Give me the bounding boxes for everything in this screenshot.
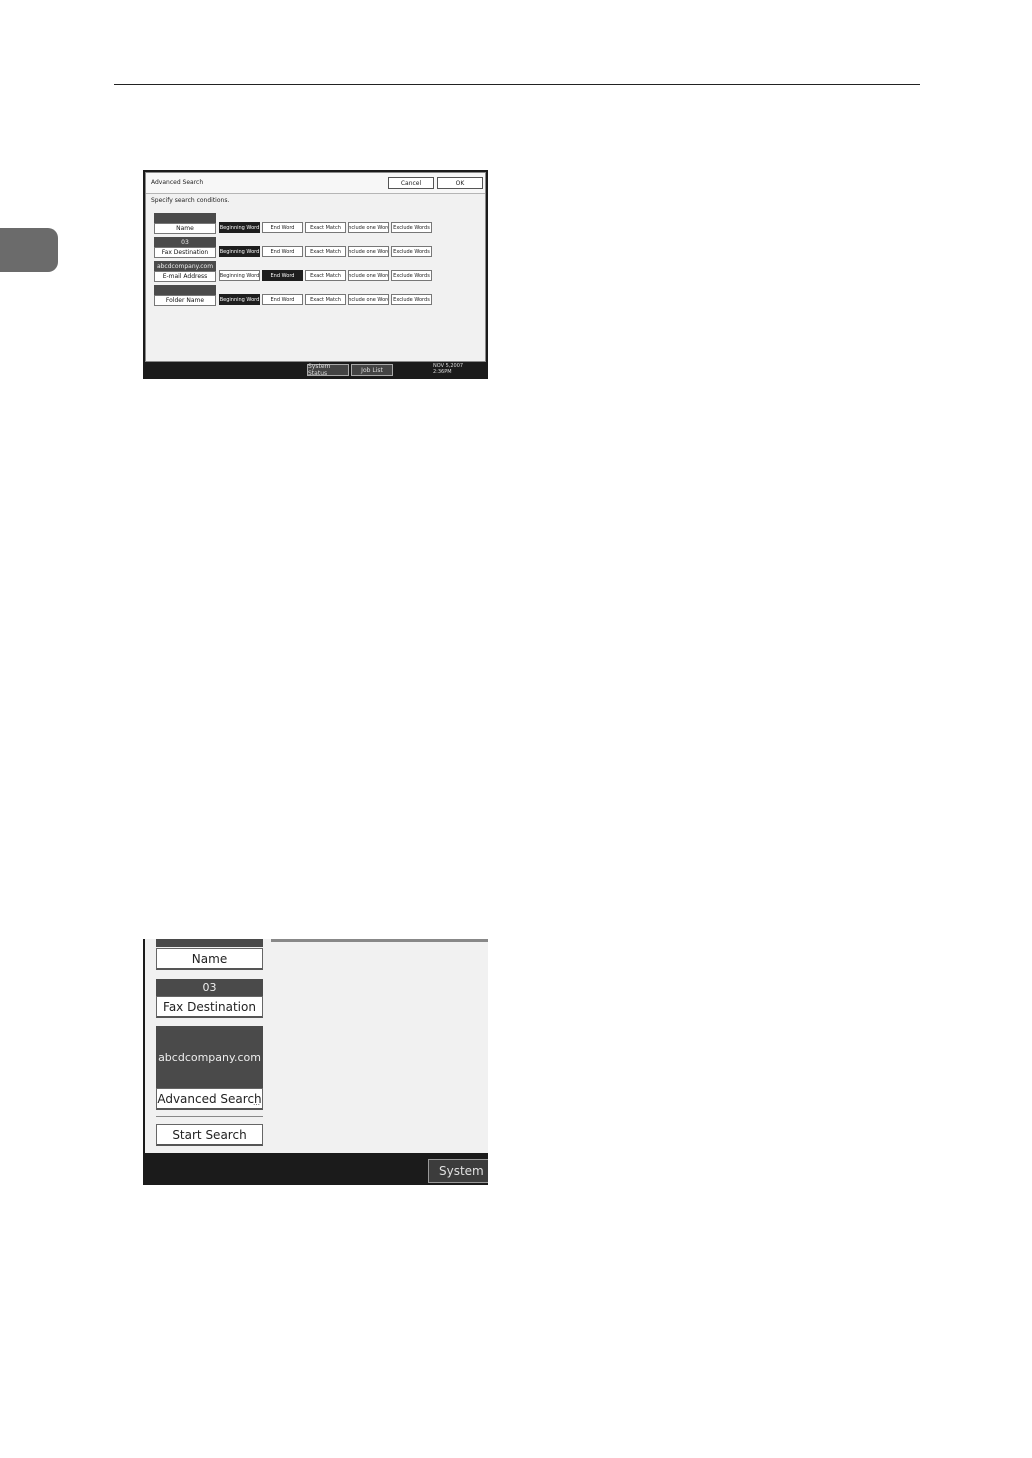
advanced-search-screenshot: Advanced Search Cancel OK Specify search… (143, 170, 488, 379)
option-end-word[interactable]: End Word (262, 294, 303, 305)
fax-destination-button[interactable]: Fax Destination (156, 996, 263, 1018)
field-value: 03 (154, 237, 216, 247)
option-include-one-word[interactable]: Include one Word (348, 246, 389, 257)
option-beginning-word[interactable]: Beginning Word (219, 294, 260, 305)
field-row-name: Name Beginning Word End Word Exact Match… (152, 213, 432, 235)
field-row-email-address: abcdcompany.com E-mail Address Beginning… (152, 261, 432, 283)
option-beginning-word[interactable]: Beginning Word (219, 246, 260, 257)
field-name-button[interactable]: Folder Name (154, 295, 216, 306)
field-value: abcdcompany.com (154, 261, 216, 271)
option-exact-match[interactable]: Exact Match (305, 246, 346, 257)
option-end-word[interactable]: End Word (262, 222, 303, 233)
advanced-search-label: Advanced Search (157, 1091, 262, 1106)
field-name-button[interactable]: Fax Destination (154, 247, 216, 258)
clock-time: 2:36PM (433, 369, 452, 375)
search-panel-screenshot: Name 03 Fax Destination abcdcompany.com … (143, 939, 488, 1185)
option-beginning-word[interactable]: Beginning Word (219, 222, 260, 233)
option-beginning-word[interactable]: Beginning Word (219, 270, 260, 281)
clock-display: NOV 5,2007 2:36PM (433, 363, 463, 375)
field-row-folder-name: Folder Name Beginning Word End Word Exac… (152, 285, 432, 307)
advanced-search-panel: Advanced Search Cancel OK Specify search… (145, 172, 486, 362)
option-exclude-words[interactable]: Exclude Words (391, 246, 432, 257)
start-search-button[interactable]: Start Search (156, 1124, 263, 1146)
option-exclude-words[interactable]: Exclude Words (391, 222, 432, 233)
separator-line (156, 1116, 263, 1117)
field-row-fax-destination: 03 Fax Destination Beginning Word End Wo… (152, 237, 432, 259)
option-end-word[interactable]: End Word (262, 270, 303, 281)
instruction-text: Specify search conditions. (151, 197, 230, 204)
option-exact-match[interactable]: Exact Match (305, 222, 346, 233)
name-value-bar (156, 939, 263, 947)
dialog-titlebar: Advanced Search Cancel OK (146, 173, 485, 194)
option-include-one-word[interactable]: Include one Word (348, 270, 389, 281)
panel-top-edge (271, 939, 488, 942)
job-list-button[interactable]: Job List (351, 364, 393, 376)
option-exact-match[interactable]: Exact Match (305, 270, 346, 281)
fax-value-bar: 03 (156, 979, 263, 996)
name-button[interactable]: Name (156, 948, 263, 970)
field-name-button[interactable]: Name (154, 223, 216, 234)
option-exclude-words[interactable]: Exclude Words (391, 270, 432, 281)
option-include-one-word[interactable]: Include one Word (348, 222, 389, 233)
more-options-icon: … (253, 1099, 260, 1107)
email-value-bar: abcdcompany.com (156, 1026, 263, 1088)
option-include-one-word[interactable]: Include one Word (348, 294, 389, 305)
advanced-search-button[interactable]: Advanced Search … (156, 1088, 263, 1110)
chapter-tab (0, 228, 58, 272)
dialog-title: Advanced Search (151, 179, 204, 186)
field-value (154, 285, 216, 295)
search-panel: Name 03 Fax Destination abcdcompany.com … (145, 939, 488, 1153)
option-end-word[interactable]: End Word (262, 246, 303, 257)
option-exclude-words[interactable]: Exclude Words (391, 294, 432, 305)
top-rule (114, 84, 920, 85)
system-status-button[interactable]: System Statu (428, 1159, 488, 1183)
option-exact-match[interactable]: Exact Match (305, 294, 346, 305)
system-status-button[interactable]: System Status (307, 363, 349, 377)
field-value (154, 213, 216, 223)
ok-button[interactable]: OK (437, 177, 483, 189)
cancel-button[interactable]: Cancel (388, 177, 434, 189)
field-name-button[interactable]: E-mail Address (154, 271, 216, 282)
